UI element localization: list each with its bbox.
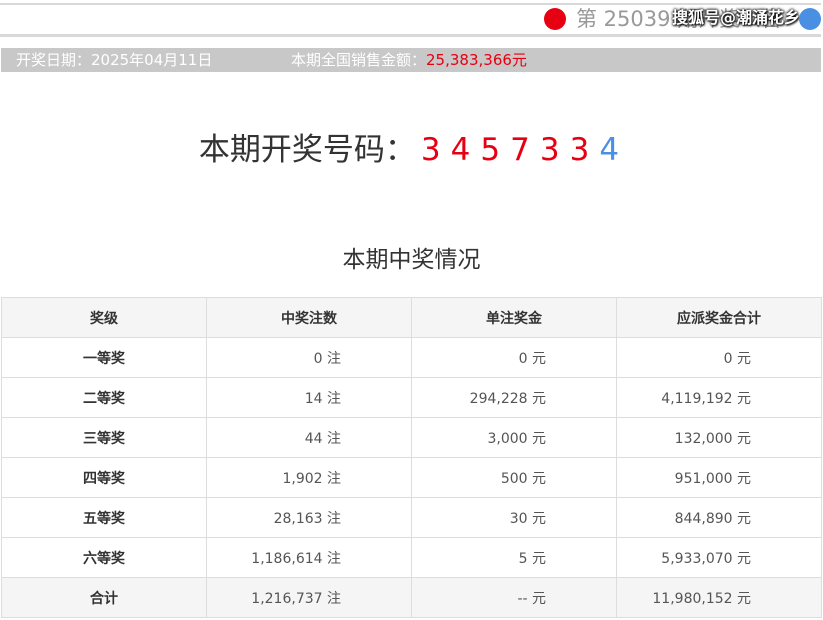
sales-value: 25,383,366元: [426, 51, 527, 69]
total-amount: 11,980,152 元: [616, 577, 822, 618]
table-row: 一等奖 0 注 0 元 0 元: [1, 337, 822, 378]
column-header-count: 中奖注数: [206, 297, 412, 338]
prize-level: 二等奖: [1, 377, 207, 418]
prize-total: 844,890 元: [616, 497, 822, 538]
red-number: 3: [539, 132, 560, 168]
winning-numbers: 本期开奖号码： 3 4 5 7 3 3 4: [0, 128, 823, 172]
prize-section-title: 本期中奖情况: [342, 247, 481, 273]
total-label: 合计: [1, 577, 207, 618]
red-number: 5: [480, 132, 501, 168]
sales-amount: 本期全国销售金额：25,383,366元: [291, 48, 527, 72]
prize-total: 0 元: [616, 337, 822, 378]
winner-count: 44 注: [206, 417, 412, 458]
table-row: 二等奖 14 注 294,228 元 4,119,192 元: [1, 377, 822, 418]
winning-numbers-label: 本期开奖号码：: [198, 132, 416, 168]
prize-level: 六等奖: [1, 537, 207, 578]
column-header-level: 奖级: [1, 297, 207, 338]
winner-count: 14 注: [206, 377, 412, 418]
prize-amount: 3,000 元: [411, 417, 617, 458]
prize-level: 一等奖: [1, 337, 207, 378]
column-header-total: 应派奖金合计: [616, 297, 822, 338]
prize-level: 三等奖: [1, 417, 207, 458]
prize-amount: 5 元: [411, 537, 617, 578]
prize-table: 奖级 中奖注数 单注奖金 应派奖金合计 一等奖 0 注 0 元 0 元 二等奖 …: [1, 297, 822, 618]
sales-label: 本期全国销售金额：: [291, 51, 427, 69]
watermark-text: 搜狐号@潮涌花乡: [672, 8, 801, 27]
red-number: 4: [450, 132, 471, 168]
prize-amount: 0 元: [411, 337, 617, 378]
column-header-prize: 单注奖金: [411, 297, 617, 338]
prize-total: 5,933,070 元: [616, 537, 822, 578]
table-row: 五等奖 28,163 注 30 元 844,890 元: [1, 497, 822, 538]
table-header-row: 奖级 中奖注数 单注奖金 应派奖金合计: [1, 297, 822, 338]
header-divider: [0, 34, 821, 37]
info-bar: 开奖日期：2025年04月11日 本期全国销售金额：25,383,366元: [1, 48, 821, 72]
winner-count: 1,902 注: [206, 457, 412, 498]
total-count: 1,216,737 注: [206, 577, 412, 618]
prize-amount: 294,228 元: [411, 377, 617, 418]
prize-total: 4,119,192 元: [616, 377, 822, 418]
prize-total: 951,000 元: [616, 457, 822, 498]
red-number: 3: [569, 132, 590, 168]
prize-total: 132,000 元: [616, 417, 822, 458]
blue-number: 4: [599, 132, 620, 168]
prize-amount: 30 元: [411, 497, 617, 538]
total-prize: -- 元: [411, 577, 617, 618]
red-number: 7: [510, 132, 530, 168]
table-row: 六等奖 1,186,614 注 5 元 5,933,070 元: [1, 537, 822, 578]
winner-count: 0 注: [206, 337, 412, 378]
draw-date: 开奖日期：2025年04月11日: [16, 51, 213, 69]
prize-level: 四等奖: [1, 457, 207, 498]
red-number: 3: [420, 132, 441, 168]
winner-count: 28,163 注: [206, 497, 412, 538]
table-row: 四等奖 1,902 注 500 元 951,000 元: [1, 457, 822, 498]
table-total-row: 合计 1,216,737 注 -- 元 11,980,152 元: [1, 577, 822, 618]
prize-amount: 500 元: [411, 457, 617, 498]
winner-count: 1,186,614 注: [206, 537, 412, 578]
blue-ball-icon: [799, 8, 821, 30]
prize-level: 五等奖: [1, 497, 207, 538]
red-ball-icon: [544, 8, 566, 30]
table-row: 三等奖 44 注 3,000 元 132,000 元: [1, 417, 822, 458]
